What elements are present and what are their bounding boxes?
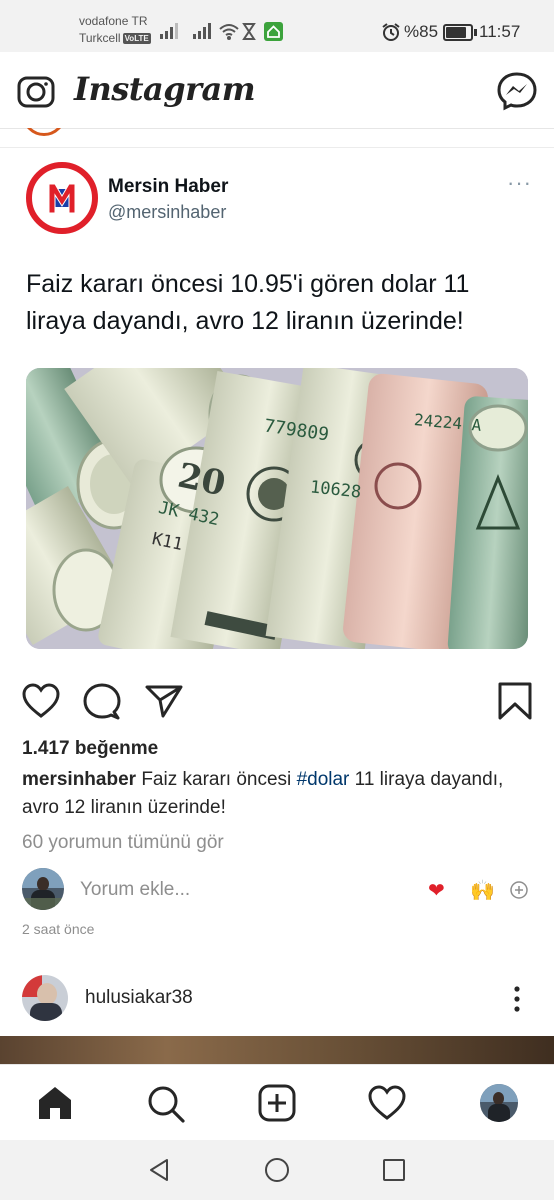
like-count[interactable]: 1.417 beğenme [22, 738, 158, 760]
alarm-icon [382, 23, 400, 41]
post-caption: mersinhaber Faiz kararı öncesi #dolar 11… [22, 766, 522, 822]
caption-hashtag[interactable]: #dolar [297, 769, 350, 790]
card-author-name: Mersin Haber [108, 176, 229, 197]
notification-app-icon [264, 22, 283, 41]
clock: 11:57 [479, 22, 521, 41]
add-emoji-icon[interactable] [509, 880, 529, 900]
own-avatar[interactable] [22, 868, 64, 910]
next-post-image-top[interactable] [0, 1036, 554, 1064]
messenger-icon[interactable] [496, 71, 538, 111]
card-text: Faiz kararı öncesi 10.95'i gören dolar 1… [26, 270, 470, 335]
bottom-nav [0, 1064, 554, 1141]
back-icon[interactable] [146, 1157, 172, 1183]
mersin-haber-logo [26, 162, 98, 234]
quick-reaction-heart[interactable]: ❤ [428, 878, 445, 903]
share-icon[interactable] [144, 682, 184, 720]
next-post-avatar[interactable] [22, 975, 68, 1021]
battery-icon [443, 24, 477, 41]
comment-icon[interactable] [82, 682, 122, 720]
comment-input[interactable]: Yorum ekle... [80, 879, 190, 901]
view-all-comments-link[interactable]: 60 yorumun tümünü gör [22, 832, 224, 854]
camera-icon[interactable] [17, 73, 55, 109]
activity-icon[interactable] [367, 1084, 407, 1122]
next-post-username[interactable]: hulusiakar38 [85, 987, 193, 1009]
carrier-label-2: Turkcell VoLTE [79, 31, 151, 45]
system-nav-bar [0, 1140, 554, 1200]
app-header: Instagram [0, 52, 554, 129]
search-icon[interactable] [146, 1084, 186, 1124]
home-button-icon[interactable] [264, 1157, 290, 1183]
home-icon[interactable] [36, 1084, 74, 1122]
dollar-bills-photo: 779809 10628 24224 A JK 432 K11 20 [26, 368, 528, 649]
volte-badge: VoLTE [122, 33, 151, 44]
more-options-icon[interactable] [512, 985, 522, 1013]
carrier-label-1: vodafone TR [79, 14, 148, 28]
caption-text-start: Faiz kararı öncesi [141, 769, 292, 790]
save-icon[interactable] [497, 681, 533, 721]
post-image[interactable]: Mersin Haber @mersinhaber ··· Faiz karar… [0, 148, 554, 660]
profile-avatar[interactable] [480, 1084, 518, 1122]
signal-wifi-icons [160, 23, 256, 40]
quick-reaction-hands[interactable]: 🙌 [470, 878, 495, 903]
caption-username[interactable]: mersinhaber [22, 769, 136, 790]
card-more-icon: ··· [507, 170, 532, 195]
like-icon[interactable] [21, 682, 61, 720]
card-author-handle: @mersinhaber [108, 202, 227, 222]
status-bar: vodafone TR Turkcell VoLTE %85 11:57 [0, 0, 554, 52]
app-title: Instagram [74, 70, 256, 108]
battery-percent: %85 [404, 22, 439, 41]
previous-post-avatar-sliver [22, 128, 66, 136]
add-post-icon[interactable] [258, 1084, 296, 1122]
recents-icon[interactable] [382, 1158, 406, 1182]
post-timestamp: 2 saat önce [22, 921, 95, 937]
